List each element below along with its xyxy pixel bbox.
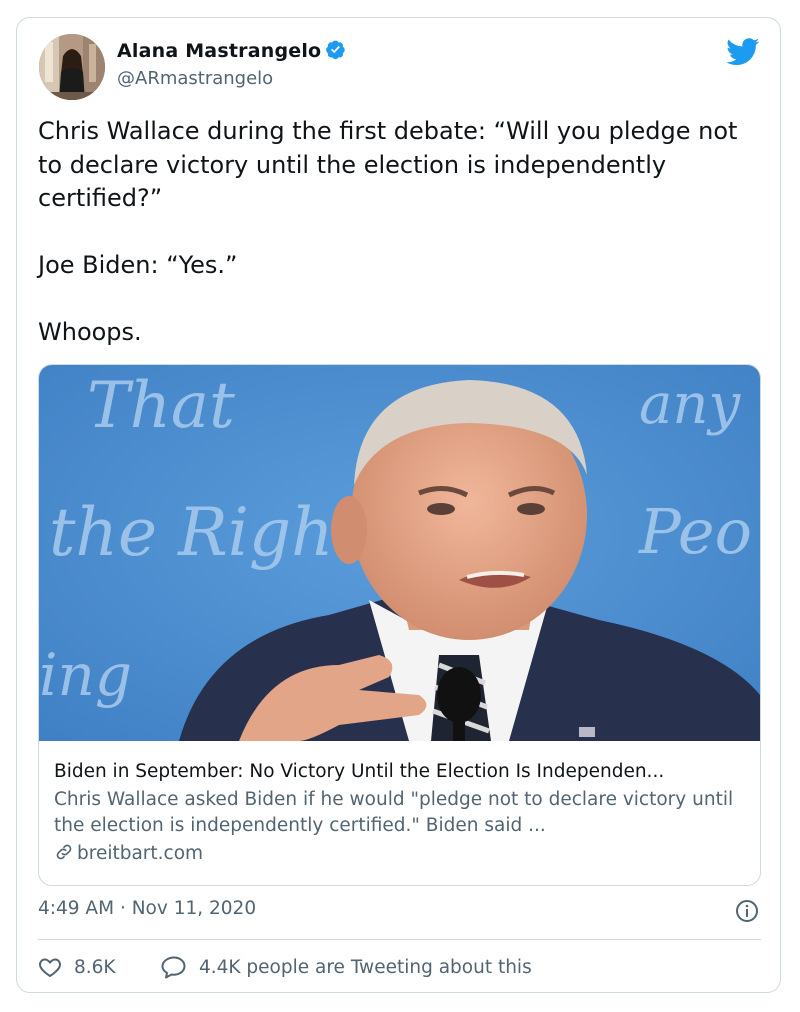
link-domain-text: breitbart.com <box>77 843 204 864</box>
image-script-mid: the Right <box>49 494 361 571</box>
reply-bubble-icon[interactable] <box>161 955 187 979</box>
heart-icon[interactable] <box>38 955 62 979</box>
like-count: 8.6K <box>74 956 116 978</box>
image-script-right-top: any <box>639 372 741 437</box>
author-handle[interactable]: @ARmastrangelo <box>117 68 273 89</box>
conversation-action[interactable]: 4.4K people are Tweeting about this <box>161 955 532 979</box>
info-icon[interactable] <box>735 899 759 923</box>
tweet-date[interactable]: Nov 11, 2020 <box>132 898 256 919</box>
twitter-bird-icon[interactable] <box>726 38 760 66</box>
divider <box>38 939 761 940</box>
tweet-text: Chris Wallace during the first debate: “… <box>38 117 738 346</box>
link-icon <box>56 844 72 860</box>
link-preview-image[interactable]: That the Right any Peo ing <box>39 365 760 741</box>
author-name-row[interactable]: Alana Mastrangelo <box>117 39 346 62</box>
timestamp[interactable]: 4:49 AM · Nov 11, 2020 <box>38 898 256 919</box>
timestamp-separator: · <box>119 898 126 919</box>
tweet-time[interactable]: 4:49 AM <box>38 898 114 919</box>
conversation-text: 4.4K people are Tweeting about this <box>199 956 532 978</box>
image-script-bottom: ing <box>39 641 132 709</box>
link-title[interactable]: Biden in September: No Victory Until the… <box>54 761 749 782</box>
link-domain[interactable]: breitbart.com <box>54 842 203 864</box>
author-name[interactable]: Alana Mastrangelo <box>117 40 321 62</box>
avatar[interactable] <box>39 34 105 100</box>
link-description: Chris Wallace asked Biden if he would "p… <box>54 789 734 836</box>
like-action[interactable]: 8.6K <box>38 955 116 979</box>
tweet-card: Alana Mastrangelo @ARmastrangelo Chris W… <box>16 17 781 993</box>
verified-badge-icon <box>326 40 345 60</box>
link-preview-card[interactable]: That the Right any Peo ing Biden in Sept… <box>38 364 761 886</box>
image-script-right-mid: Peo <box>638 495 752 568</box>
image-script-top: That <box>87 369 235 443</box>
